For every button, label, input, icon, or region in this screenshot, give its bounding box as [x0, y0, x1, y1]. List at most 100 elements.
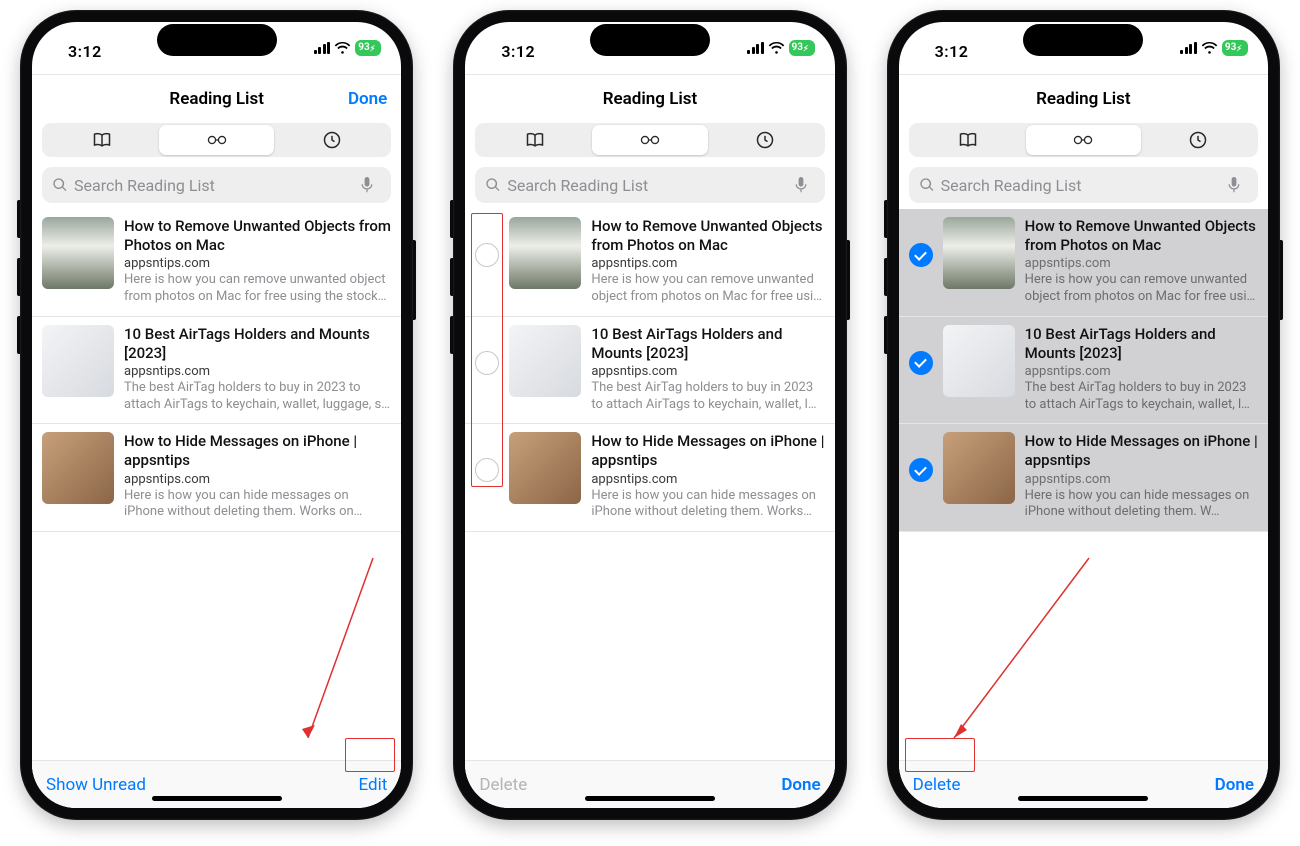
tab-bookmarks[interactable] [44, 125, 159, 155]
delete-button-disabled: Delete [479, 775, 527, 795]
list-item[interactable]: How to Hide Messages on iPhone | appsnti… [465, 424, 834, 532]
wifi-icon [768, 42, 785, 55]
list-item[interactable]: How to Remove Unwanted Objects from Phot… [32, 209, 401, 317]
item-desc: Here is how you can hide messages on iPh… [124, 488, 391, 521]
tab-bookmarks[interactable] [477, 125, 592, 155]
glasses-icon [640, 130, 660, 150]
search-field[interactable]: Search Reading List [909, 167, 1258, 203]
checkbox-checked[interactable] [909, 351, 933, 375]
item-title: How to Hide Messages on iPhone | appsnti… [591, 432, 824, 470]
item-domain: appsntips.com [591, 364, 824, 379]
cellular-icon [747, 42, 764, 54]
dynamic-island [1023, 24, 1143, 56]
mic-icon[interactable] [359, 177, 375, 193]
cellular-icon [1180, 42, 1197, 54]
delete-button[interactable]: Delete [913, 775, 961, 795]
thumbnail [509, 325, 581, 397]
search-field[interactable]: Search Reading List [475, 167, 824, 203]
home-indicator[interactable] [1018, 796, 1148, 801]
book-icon [958, 130, 978, 150]
item-domain: appsntips.com [124, 364, 391, 379]
checkbox[interactable] [475, 458, 499, 482]
item-domain: appsntips.com [124, 472, 391, 487]
checkbox[interactable] [475, 351, 499, 375]
search-field[interactable]: Search Reading List [42, 167, 391, 203]
item-title: How to Hide Messages on iPhone | appsnti… [1025, 432, 1258, 470]
mic-icon[interactable] [793, 177, 809, 193]
item-desc: Here is how you can remove unwanted obje… [1025, 272, 1258, 305]
checkbox-checked[interactable] [909, 243, 933, 267]
sheet-header: Reading List [899, 75, 1268, 123]
item-domain: appsntips.com [124, 256, 391, 271]
glasses-icon [207, 130, 227, 150]
dynamic-island [157, 24, 277, 56]
tab-history[interactable] [1141, 125, 1256, 155]
done-button[interactable]: Done [348, 89, 387, 109]
mic-icon[interactable] [1226, 177, 1242, 193]
home-indicator[interactable] [152, 796, 282, 801]
item-title: How to Remove Unwanted Objects from Phot… [591, 217, 824, 255]
glasses-icon [1073, 130, 1093, 150]
item-domain: appsntips.com [1025, 256, 1258, 271]
wifi-icon [334, 42, 351, 55]
thumbnail [42, 325, 114, 397]
search-placeholder: Search Reading List [74, 176, 359, 195]
done-button[interactable]: Done [1215, 775, 1254, 795]
item-title: How to Remove Unwanted Objects from Phot… [124, 217, 391, 255]
checkbox[interactable] [475, 243, 499, 267]
list-item[interactable]: 10 Best AirTags Holders and Mounts [2023… [32, 317, 401, 425]
thumbnail [509, 432, 581, 504]
battery-icon: 93⚡︎ [355, 40, 381, 56]
edit-button[interactable]: Edit [359, 775, 388, 795]
thumbnail [42, 217, 114, 289]
item-title: How to Remove Unwanted Objects from Phot… [1025, 217, 1258, 255]
tab-reading-list[interactable] [159, 125, 274, 155]
thumbnail [42, 432, 114, 504]
thumbnail [943, 217, 1015, 289]
phone-frame-1: 3:12 93⚡︎ Reading List Done [20, 10, 413, 820]
tab-reading-list[interactable] [1026, 125, 1141, 155]
list-item[interactable]: How to Hide Messages on iPhone | appsnti… [899, 424, 1268, 532]
show-unread-button[interactable]: Show Unread [46, 775, 146, 795]
list-item[interactable]: How to Remove Unwanted Objects from Phot… [465, 209, 834, 317]
item-title: 10 Best AirTags Holders and Mounts [2023… [124, 325, 391, 363]
list-item[interactable]: 10 Best AirTags Holders and Mounts [2023… [465, 317, 834, 425]
done-button[interactable]: Done [781, 775, 820, 795]
segmented-control[interactable] [909, 123, 1258, 157]
item-domain: appsntips.com [1025, 472, 1258, 487]
clock-icon [1188, 130, 1208, 150]
item-desc: The best AirTag holders to buy in 2023 t… [591, 380, 824, 413]
list-item[interactable]: 10 Best AirTags Holders and Mounts [2023… [899, 317, 1268, 425]
clock-icon [755, 130, 775, 150]
thumbnail [943, 432, 1015, 504]
segmented-control[interactable] [42, 123, 391, 157]
item-title: 10 Best AirTags Holders and Mounts [2023… [591, 325, 824, 363]
phone-frame-2: 3:12 93⚡︎ Reading List Search Reading Li… [453, 10, 846, 820]
thumbnail [943, 325, 1015, 397]
clock-icon [322, 130, 342, 150]
sheet-header: Reading List Done [32, 75, 401, 123]
segmented-control[interactable] [475, 123, 824, 157]
list-item[interactable]: How to Remove Unwanted Objects from Phot… [899, 209, 1268, 317]
item-desc: Here is how you can remove unwanted obje… [124, 272, 391, 305]
page-title: Reading List [603, 89, 698, 109]
item-domain: appsntips.com [1025, 364, 1258, 379]
item-domain: appsntips.com [591, 472, 824, 487]
home-indicator[interactable] [585, 796, 715, 801]
tab-history[interactable] [274, 125, 389, 155]
list-item[interactable]: How to Hide Messages on iPhone | appsnti… [32, 424, 401, 532]
book-icon [92, 130, 112, 150]
battery-icon: 93⚡︎ [789, 40, 815, 56]
checkbox-checked[interactable] [909, 458, 933, 482]
item-desc: The best AirTag holders to buy in 2023 t… [1025, 380, 1258, 413]
item-desc: Here is how you can remove unwanted obje… [591, 272, 824, 305]
status-time: 3:12 [68, 42, 102, 61]
tab-history[interactable] [708, 125, 823, 155]
status-time: 3:12 [935, 42, 969, 61]
item-desc: Here is how you can hide messages on iPh… [591, 488, 824, 521]
tab-reading-list[interactable] [592, 125, 707, 155]
search-icon [919, 177, 935, 193]
page-title: Reading List [169, 89, 264, 109]
tab-bookmarks[interactable] [911, 125, 1026, 155]
thumbnail [509, 217, 581, 289]
